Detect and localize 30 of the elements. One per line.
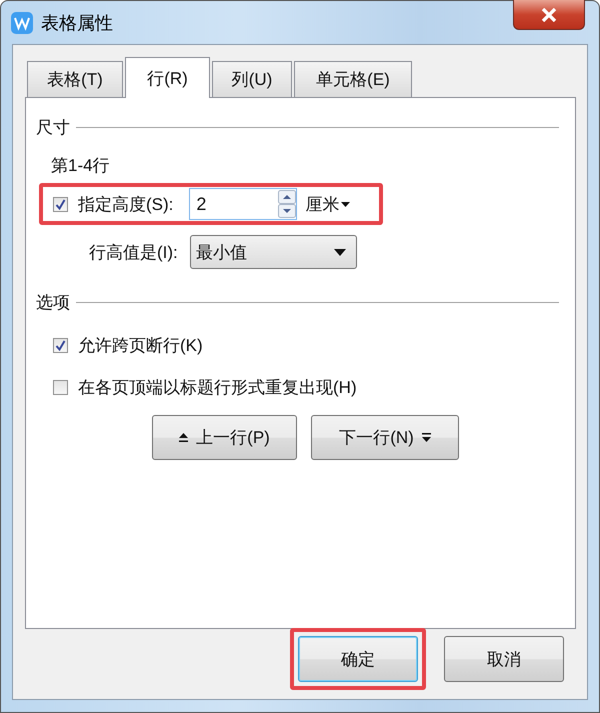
caret-icon <box>334 248 346 256</box>
app-icon <box>11 12 33 34</box>
down-arrow-icon <box>422 433 431 442</box>
close-icon <box>540 8 558 22</box>
dialog-button[interactable]: 确定 <box>298 636 418 682</box>
tab[interactable]: 行(R) <box>125 57 210 98</box>
checkbox[interactable] <box>53 380 68 395</box>
caret-icon <box>341 202 350 206</box>
close-button[interactable] <box>513 0 585 30</box>
section-heading: 尺寸 <box>36 117 70 139</box>
dialog-button[interactable]: 取消 <box>444 636 564 682</box>
spinner-icon[interactable] <box>278 190 296 218</box>
checkbox[interactable] <box>53 338 68 353</box>
checkbox[interactable] <box>53 196 68 212</box>
field-label: 行高值是(I): <box>89 242 178 264</box>
field-label: 指定高度(S): <box>78 194 174 216</box>
previous-row-button[interactable]: 上一行(P) <box>152 415 297 460</box>
tab[interactable]: 单元格(E) <box>294 61 412 97</box>
window-title: 表格属性 <box>41 12 113 34</box>
number-field[interactable]: 2 <box>189 188 298 220</box>
rows-label: 第1-4行 <box>51 155 111 177</box>
section-heading: 选项 <box>36 292 70 314</box>
dropdown[interactable]: 最小值 <box>190 235 357 269</box>
checkbox-label[interactable]: 在各页顶端以标题行形式重复出现(H) <box>78 376 357 399</box>
unit-dropdown[interactable]: 厘米 <box>305 192 350 216</box>
tab[interactable]: 列(U) <box>212 61 292 97</box>
checkbox-label[interactable]: 允许跨页断行(K) <box>78 334 203 357</box>
tab[interactable]: 表格(T) <box>27 61 123 97</box>
up-arrow-icon <box>179 433 188 442</box>
next-row-button[interactable]: 下一行(N) <box>311 415 459 460</box>
